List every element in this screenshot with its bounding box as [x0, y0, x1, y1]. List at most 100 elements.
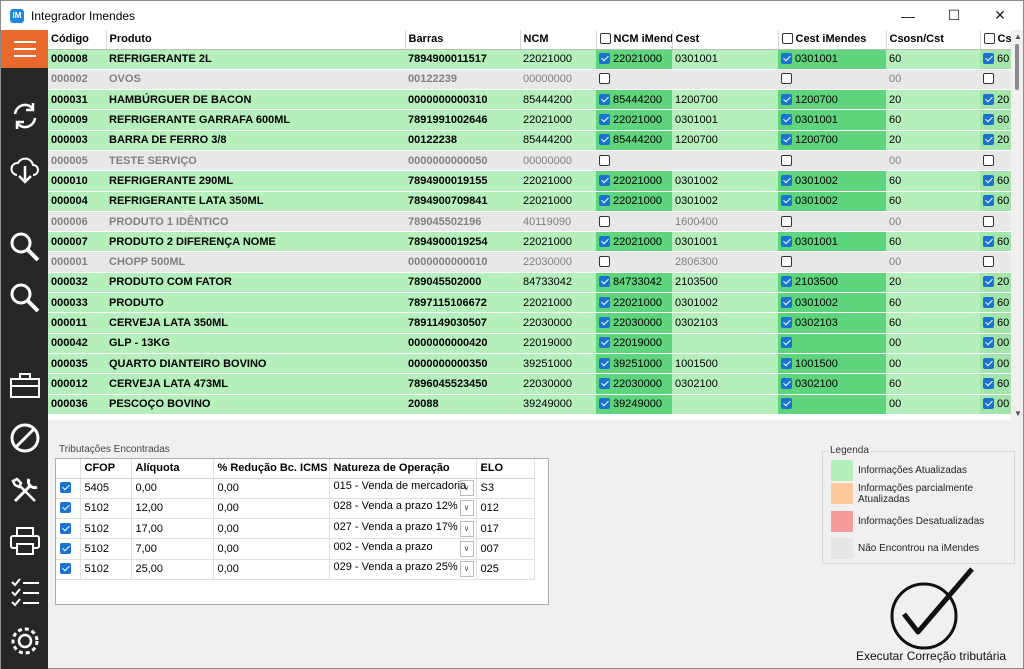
- row-checkbox[interactable]: [599, 377, 610, 389]
- table-row[interactable]: 000007 PRODUTO 2 DIFERENÇA NOME 7894900019…: [48, 231, 1023, 253]
- cell-cest-imendes[interactable]: 0301002: [778, 292, 886, 314]
- trib-cell-natureza[interactable]: ∨ 029 - Venda a prazo 25%: [329, 559, 477, 580]
- row-checkbox[interactable]: [599, 256, 610, 268]
- cell-cest-imendes[interactable]: 0302100: [778, 373, 886, 395]
- row-checkbox[interactable]: [983, 93, 994, 105]
- table-row[interactable]: 000031 HAMBÚRGUER DE BACON 0000000000310 85…: [48, 89, 1023, 111]
- row-checkbox[interactable]: [781, 114, 792, 126]
- cell-cest-imendes[interactable]: 0301002: [778, 191, 886, 212]
- row-checkbox[interactable]: [599, 93, 610, 105]
- checklist-icon[interactable]: [7, 573, 43, 609]
- row-checkbox[interactable]: [983, 337, 994, 349]
- table-row[interactable]: 000002 OVOS 00122239 00000000 00: [48, 69, 1023, 91]
- table-row[interactable]: 000042 GLP - 13KG 0000000000420 22019000 220…: [48, 333, 1023, 354]
- chevron-down-icon[interactable]: ∨: [459, 520, 474, 537]
- cell-ncm-imendes[interactable]: [596, 150, 672, 172]
- cell-cest-imendes[interactable]: [778, 394, 886, 415]
- minimize-button[interactable]: —: [885, 1, 931, 30]
- table-row[interactable]: 000032 PRODUTO COM FATOR 789045502000 84733…: [48, 272, 1023, 294]
- row-checkbox[interactable]: [983, 215, 994, 227]
- row-checkbox[interactable]: [599, 134, 610, 146]
- table-row[interactable]: 000010 REFRIGERANTE 290ML 7894900019155 220…: [48, 170, 1023, 192]
- row-checkbox[interactable]: [599, 276, 610, 288]
- table-row[interactable]: 000006 PRODUTO 1 IDÊNTICO 789045502196 4011…: [48, 211, 1023, 233]
- row-checkbox[interactable]: [983, 114, 994, 126]
- cest-select-all-checkbox[interactable]: [781, 33, 793, 45]
- maximize-button[interactable]: ☐: [931, 1, 977, 30]
- table-row[interactable]: 000004 REFRIGERANTE LATA 350ML 78949007098…: [48, 191, 1023, 212]
- col-codigo[interactable]: Código: [48, 30, 107, 50]
- toolbox-icon[interactable]: [7, 367, 43, 403]
- row-checkbox[interactable]: [781, 195, 792, 207]
- cell-ncm-imendes[interactable]: [596, 251, 672, 273]
- row-checkbox[interactable]: [781, 337, 792, 349]
- table-row[interactable]: 000011 CERVEJA LATA 350ML 7891149030507 220…: [48, 312, 1023, 334]
- row-checkbox[interactable]: [983, 154, 994, 166]
- cell-ncm-imendes[interactable]: 22030000: [596, 373, 672, 395]
- cell-ncm-imendes[interactable]: 39249000: [596, 394, 672, 415]
- trib-checkbox[interactable]: [60, 563, 71, 575]
- table-row[interactable]: 000035 QUARTO DIANTEIRO BOVINO 00000000003…: [48, 353, 1023, 375]
- table-row[interactable]: 000003 BARRA DE FERRO 3/8 00122238 85444200…: [48, 130, 1023, 151]
- search-icon[interactable]: [7, 229, 43, 265]
- row-checkbox[interactable]: [599, 357, 610, 369]
- row-checkbox[interactable]: [781, 215, 792, 227]
- row-checkbox[interactable]: [983, 134, 994, 146]
- row-checkbox[interactable]: [599, 174, 610, 186]
- col-produto[interactable]: Produto: [106, 30, 406, 50]
- trib-cell-check[interactable]: [56, 559, 81, 580]
- row-checkbox[interactable]: [983, 357, 994, 369]
- row-checkbox[interactable]: [781, 53, 792, 65]
- cs-select-all-checkbox[interactable]: [983, 33, 995, 45]
- chevron-down-icon[interactable]: ∨: [459, 561, 474, 578]
- cell-ncm-imendes[interactable]: 22021000: [596, 49, 672, 70]
- trib-cell-check[interactable]: [56, 498, 81, 520]
- cell-ncm-imendes[interactable]: 22019000: [596, 333, 672, 354]
- cell-ncm-imendes[interactable]: 84733042: [596, 272, 672, 294]
- execute-button-label[interactable]: Executar Correção tributária: [856, 649, 1006, 663]
- table-row[interactable]: 000009 REFRIGERANTE GARRAFA 600ML 78919910…: [48, 109, 1023, 131]
- trib-checkbox[interactable]: [60, 502, 71, 514]
- cell-ncm-imendes[interactable]: 22030000: [596, 312, 672, 334]
- table-row[interactable]: 000033 PRODUTO 7897115106672 22021000 220210…: [48, 292, 1023, 314]
- ncm-select-all-checkbox[interactable]: [599, 33, 611, 45]
- col-cest-imendes[interactable]: Cest iMendes: [778, 30, 887, 50]
- trib-checkbox[interactable]: [60, 543, 71, 555]
- trib-col-elo[interactable]: ELO: [476, 459, 535, 479]
- cell-ncm-imendes[interactable]: 22021000: [596, 292, 672, 314]
- row-checkbox[interactable]: [781, 296, 792, 308]
- row-checkbox[interactable]: [599, 398, 610, 410]
- row-checkbox[interactable]: [599, 296, 610, 308]
- col-barras[interactable]: Barras: [405, 30, 521, 50]
- trib-checkbox[interactable]: [60, 522, 71, 534]
- trib-col-reducao[interactable]: % Redução Bc. ICMS: [213, 459, 330, 479]
- trib-cell-natureza[interactable]: ∨ 015 - Venda de mercadoria: [329, 478, 477, 499]
- row-checkbox[interactable]: [983, 195, 994, 207]
- trib-row[interactable]: 5102 25,00 0,00 ∨ 029 - Venda a prazo 25% 025: [56, 559, 535, 580]
- cell-cest-imendes[interactable]: 0302103: [778, 312, 886, 334]
- row-checkbox[interactable]: [599, 195, 610, 207]
- cell-ncm-imendes[interactable]: 39251000: [596, 353, 672, 375]
- chevron-down-icon[interactable]: ∨: [459, 541, 474, 558]
- trib-row[interactable]: 5405 0,00 0,00 ∨ 015 - Venda de mercadoria S3: [56, 478, 535, 499]
- row-checkbox[interactable]: [781, 73, 792, 85]
- printer-icon[interactable]: [7, 523, 43, 559]
- cancel-icon[interactable]: [7, 420, 43, 456]
- cell-ncm-imendes[interactable]: 22021000: [596, 191, 672, 212]
- row-checkbox[interactable]: [983, 73, 994, 85]
- row-checkbox[interactable]: [781, 276, 792, 288]
- settings-icon[interactable]: [7, 623, 43, 659]
- row-checkbox[interactable]: [599, 114, 610, 126]
- cell-cest-imendes[interactable]: [778, 251, 886, 273]
- cell-ncm-imendes[interactable]: 85444200: [596, 89, 672, 111]
- row-checkbox[interactable]: [599, 337, 610, 349]
- row-checkbox[interactable]: [781, 398, 792, 410]
- row-checkbox[interactable]: [599, 215, 610, 227]
- cell-cest-imendes[interactable]: 2103500: [778, 272, 886, 294]
- row-checkbox[interactable]: [599, 235, 610, 247]
- row-checkbox[interactable]: [781, 154, 792, 166]
- cell-ncm-imendes[interactable]: [596, 69, 672, 91]
- row-checkbox[interactable]: [983, 276, 994, 288]
- trib-cell-check[interactable]: [56, 518, 81, 540]
- col-ncm[interactable]: NCM: [520, 30, 597, 50]
